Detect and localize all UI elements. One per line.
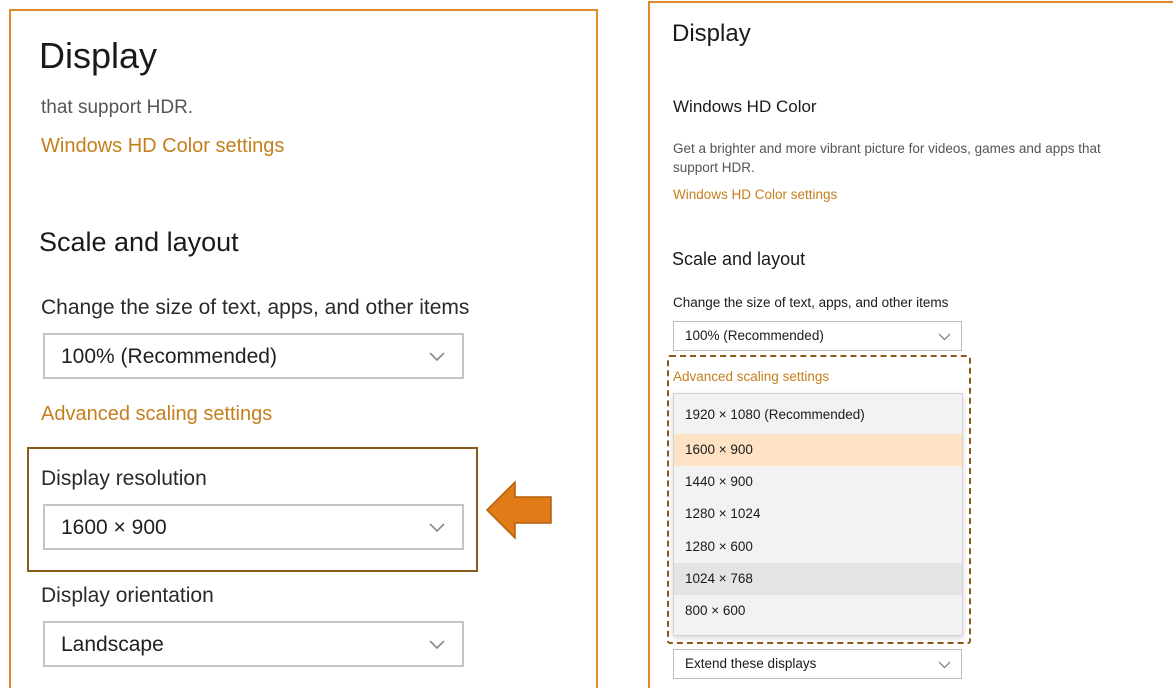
orientation-dropdown[interactable]: Landscape [43,621,464,667]
scale-dropdown[interactable]: 100% (Recommended) [43,333,464,379]
chevron-down-icon [429,352,445,362]
resolution-option-800x600[interactable]: 800 × 600 [674,595,962,627]
advanced-scaling-link[interactable]: Advanced scaling settings [41,403,272,426]
chevron-down-icon [938,661,951,669]
resolution-option-1600x900[interactable]: 1600 × 900 [674,434,962,466]
text-size-label: Change the size of text, apps, and other… [673,295,949,310]
hd-color-settings-link[interactable]: Windows HD Color settings [673,187,837,202]
multiple-displays-value: Extend these displays [685,656,817,671]
resolution-option-1280x1024[interactable]: 1280 × 1024 [674,498,962,530]
hd-color-settings-link[interactable]: Windows HD Color settings [41,135,284,158]
chevron-down-icon [938,333,951,341]
resolution-menu[interactable]: 1920 × 1080 (Recommended) 1600 × 900 144… [673,393,963,636]
chevron-down-icon [429,640,445,650]
hd-color-heading: Windows HD Color [673,97,817,116]
multiple-displays-dropdown[interactable]: Extend these displays [673,649,962,679]
scale-dropdown-value: 100% (Recommended) [685,328,824,343]
page-title: Display [672,20,751,47]
resolution-option-1024x768[interactable]: 1024 × 768 [674,563,962,595]
scale-dropdown[interactable]: 100% (Recommended) [673,321,962,351]
zoomed-settings-panel: Display that support HDR. Windows HD Col… [9,9,598,688]
arrow-left-icon [485,480,552,540]
page-title: Display [39,35,158,76]
resolution-highlight-box [27,447,478,572]
hdr-description: that support HDR. [41,97,194,118]
resolution-option-1920x1080[interactable]: 1920 × 1080 (Recommended) [674,399,962,431]
scale-layout-heading: Scale and layout [39,227,239,257]
hdr-description: Get a brighter and more vibrant picture … [673,141,1101,175]
resolution-option-1440x900[interactable]: 1440 × 900 [674,466,962,498]
display-orientation-label: Display orientation [41,584,214,607]
orientation-dropdown-value: Landscape [61,633,164,656]
text-size-label: Change the size of text, apps, and other… [41,296,470,319]
resolution-option-1280x600[interactable]: 1280 × 600 [674,531,962,563]
scale-dropdown-value: 100% (Recommended) [61,345,277,368]
scale-layout-heading: Scale and layout [672,249,806,269]
